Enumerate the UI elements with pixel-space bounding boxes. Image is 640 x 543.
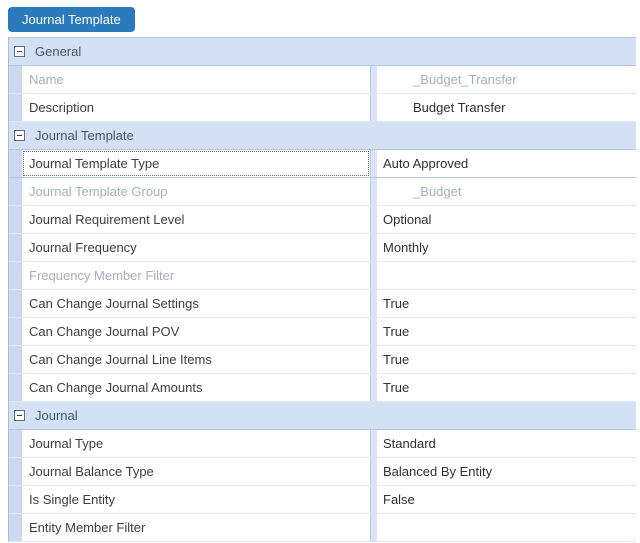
property-row: Journal Type Standard — [9, 430, 636, 458]
section-title: Journal — [35, 408, 78, 423]
property-value-cell[interactable]: False — [377, 486, 636, 513]
row-gutter — [9, 430, 22, 457]
row-gutter — [9, 66, 22, 93]
property-row: Can Change Journal POV True — [9, 318, 636, 346]
row-gutter — [9, 486, 22, 513]
row-gutter — [9, 514, 22, 541]
column-divider — [370, 262, 377, 289]
property-row: Journal Frequency Monthly — [9, 234, 636, 262]
row-gutter — [9, 374, 22, 401]
row-gutter — [9, 206, 22, 233]
property-value-cell[interactable]: Optional — [377, 206, 636, 233]
property-value-cell[interactable]: True — [377, 346, 636, 373]
journal-template-tab[interactable]: Journal Template — [8, 7, 135, 32]
property-value-cell[interactable]: Standard — [377, 430, 636, 457]
property-row: Journal Template Group _Budget — [9, 178, 636, 206]
property-row: Journal Requirement Level Optional — [9, 206, 636, 234]
property-label-cell[interactable]: Journal Frequency — [22, 234, 370, 261]
property-value-cell[interactable]: Budget Transfer — [377, 94, 636, 121]
column-divider — [370, 178, 377, 205]
property-grid: General Name _Budget_Transfer Description Bu… — [8, 37, 636, 542]
property-value-cell[interactable]: _Budget — [377, 178, 636, 205]
column-divider — [370, 346, 377, 373]
column-divider — [370, 318, 377, 345]
property-label-cell[interactable]: Is Single Entity — [22, 486, 370, 513]
section-header-journal-template[interactable]: Journal Template — [9, 122, 636, 150]
property-value-cell[interactable] — [377, 514, 636, 541]
property-label-cell[interactable]: Journal Template Type — [22, 150, 370, 177]
property-label-cell[interactable]: Name — [22, 66, 370, 93]
column-divider — [370, 458, 377, 485]
property-value-cell[interactable]: Balanced By Entity — [377, 458, 636, 485]
section-header-general[interactable]: General — [9, 38, 636, 66]
property-row: Journal Balance Type Balanced By Entity — [9, 458, 636, 486]
property-value-cell[interactable]: _Budget_Transfer — [377, 66, 636, 93]
property-label-cell[interactable]: Journal Type — [22, 430, 370, 457]
property-label-cell[interactable]: Can Change Journal Settings — [22, 290, 370, 317]
column-divider — [370, 150, 377, 177]
property-row: Can Change Journal Amounts True — [9, 374, 636, 402]
row-gutter — [9, 458, 22, 485]
row-gutter — [9, 318, 22, 345]
property-row: Frequency Member Filter — [9, 262, 636, 290]
column-divider — [370, 94, 377, 121]
property-label-cell[interactable]: Can Change Journal Amounts — [22, 374, 370, 401]
row-gutter — [9, 346, 22, 373]
row-gutter — [9, 234, 22, 261]
property-value-cell[interactable] — [377, 262, 636, 289]
property-label-cell[interactable]: Can Change Journal Line Items — [22, 346, 370, 373]
section-title: Journal Template — [35, 128, 134, 143]
property-label-cell[interactable]: Journal Balance Type — [22, 458, 370, 485]
property-value-cell[interactable]: Monthly — [377, 234, 636, 261]
property-label-cell[interactable]: Journal Template Group — [22, 178, 370, 205]
property-row: Can Change Journal Line Items True — [9, 346, 636, 374]
column-divider — [370, 290, 377, 317]
row-gutter — [9, 290, 22, 317]
column-divider — [370, 374, 377, 401]
property-label-cell[interactable]: Frequency Member Filter — [22, 262, 370, 289]
row-gutter — [9, 178, 22, 205]
section-header-journal[interactable]: Journal — [9, 402, 636, 430]
property-value-cell[interactable]: True — [377, 290, 636, 317]
property-row: Description Budget Transfer — [9, 94, 636, 122]
column-divider — [370, 206, 377, 233]
property-row: Is Single Entity False — [9, 486, 636, 514]
property-row: Journal Template Type Auto Approved — [9, 150, 636, 178]
collapse-minus-icon[interactable] — [14, 410, 25, 421]
property-value-cell[interactable]: True — [377, 318, 636, 345]
column-divider — [370, 234, 377, 261]
row-gutter — [9, 94, 22, 121]
property-value-cell[interactable]: True — [377, 374, 636, 401]
property-row: Can Change Journal Settings True — [9, 290, 636, 318]
property-label-cell[interactable]: Can Change Journal POV — [22, 318, 370, 345]
property-row: Name _Budget_Transfer — [9, 66, 636, 94]
column-divider — [370, 66, 377, 93]
collapse-minus-icon[interactable] — [14, 46, 25, 57]
property-label-cell[interactable]: Entity Member Filter — [22, 514, 370, 541]
row-gutter — [9, 262, 22, 289]
collapse-minus-icon[interactable] — [14, 130, 25, 141]
property-value-cell[interactable]: Auto Approved — [377, 150, 636, 177]
section-title: General — [35, 44, 82, 59]
property-label-cell[interactable]: Description — [22, 94, 370, 121]
property-row: Entity Member Filter — [9, 514, 636, 542]
column-divider — [370, 514, 377, 541]
column-divider — [370, 430, 377, 457]
column-divider — [370, 486, 377, 513]
property-label-cell[interactable]: Journal Requirement Level — [22, 206, 370, 233]
row-gutter — [9, 150, 22, 177]
